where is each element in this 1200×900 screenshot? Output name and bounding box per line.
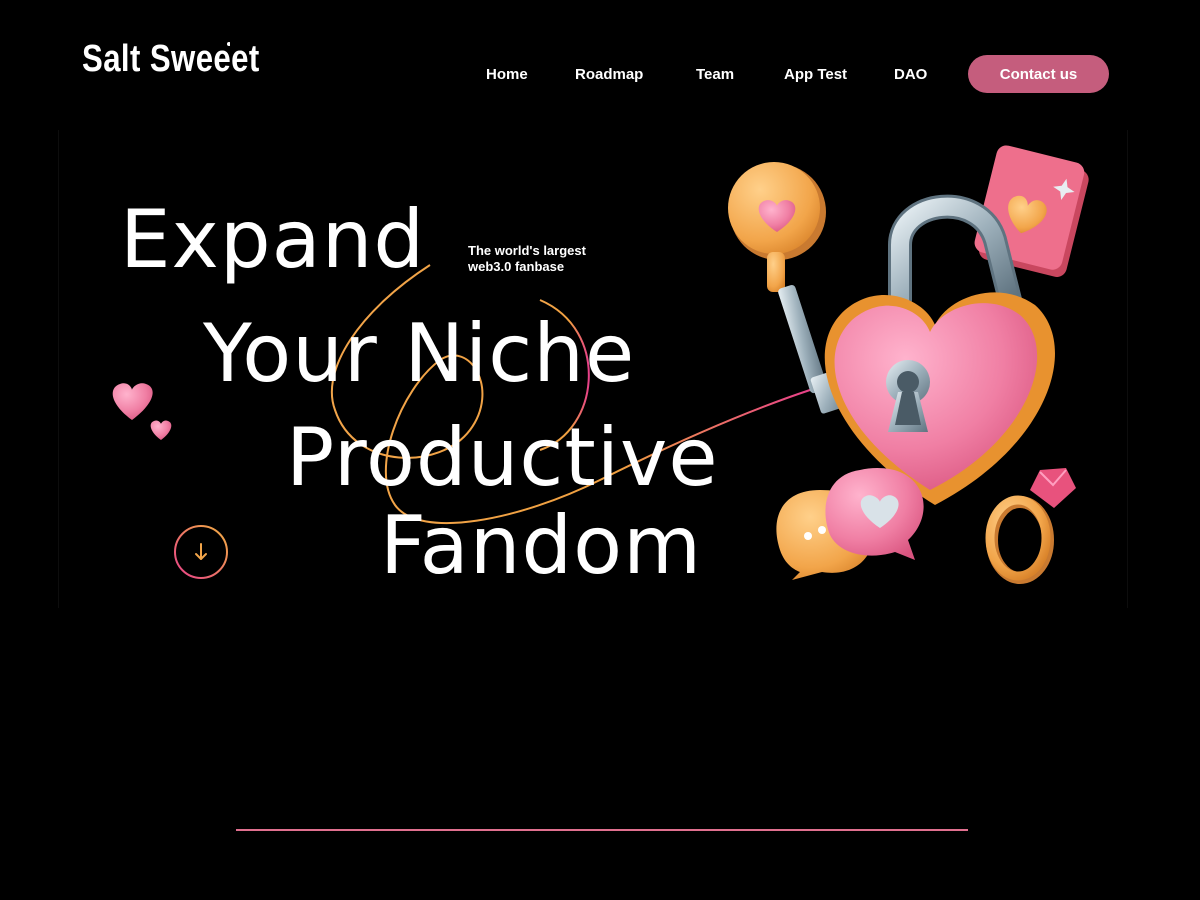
headline-productive: Productive [286, 411, 719, 504]
section-divider [236, 829, 968, 831]
heart-padlock-illustration [728, 145, 1089, 584]
headline-fandom: Fandom [380, 499, 703, 592]
tiny-heart-icon [150, 420, 172, 440]
headline-your-niche: Your Niche [203, 307, 636, 400]
arrow-down-icon [195, 543, 207, 560]
small-heart-icon [112, 383, 153, 420]
page: Salt Sweeet Home Roadmap Team App Test D… [0, 0, 1200, 900]
scroll-down-button[interactable] [173, 524, 229, 580]
headline-expand: Expand [120, 193, 426, 286]
hero-tagline: The world's largest web3.0 fanbase [468, 243, 586, 274]
